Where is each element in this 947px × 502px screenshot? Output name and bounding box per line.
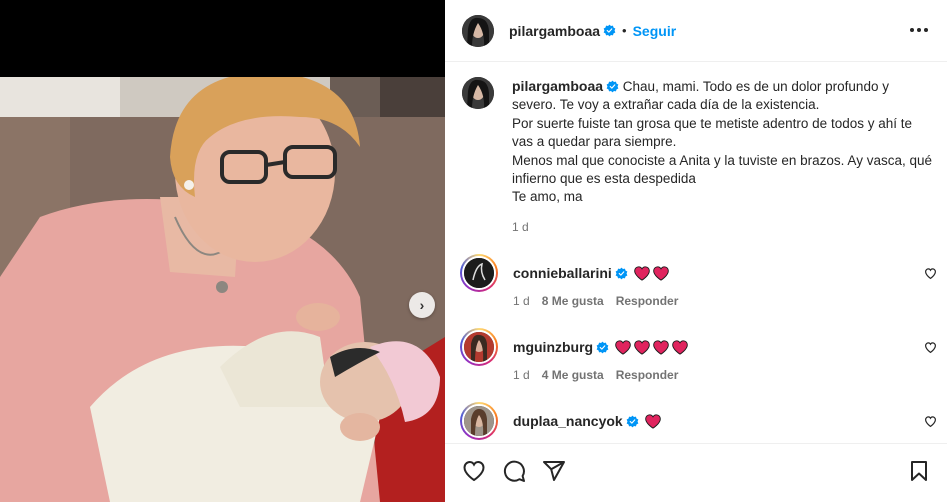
comment: duplaa_nancyok [460,402,940,440]
comment-emoji-hearts [615,339,688,355]
author-username[interactable]: pilargamboaa [509,23,600,39]
more-options-icon[interactable] [909,22,929,38]
verified-badge-icon [596,341,609,353]
chevron-right-icon: › [419,297,425,313]
commenter-avatar[interactable] [460,254,498,292]
verified-badge-icon [606,80,619,93]
heart-outline-icon[interactable] [924,341,937,354]
commenter-avatar[interactable] [460,402,498,440]
red-heart-emoji-icon [644,413,661,429]
red-heart-emoji-icon [634,339,650,355]
commenter-username[interactable]: duplaa_nancyok [513,413,623,429]
comment-emoji-hearts [634,265,669,281]
caption-username[interactable]: pilargamboaa [512,78,603,94]
post-photo: › [0,0,445,502]
commenter-username[interactable]: mguinzburg [513,339,593,355]
verified-badge-icon [615,267,628,279]
comment-timestamp[interactable]: 1 d [513,294,530,308]
bookmark-icon[interactable] [907,459,931,483]
post-header: pilargamboaa • Seguir [445,0,947,62]
commenter-username[interactable]: connieballarini [513,265,612,281]
post-caption: pilargamboaa Chau, mami. Todo es de un d… [462,77,932,207]
comment-likes-count[interactable]: 8 Me gusta [542,294,604,308]
comment-bubble-icon[interactable] [502,459,526,483]
comment: mguinzburg 1 d 4 Me gusta Responder [460,328,940,382]
caption-body: pilargamboaa Chau, mami. Todo es de un d… [512,77,932,207]
comment-likes-count[interactable]: 4 Me gusta [542,368,604,382]
commenter-avatar[interactable] [460,328,498,366]
photo-scene [0,77,445,502]
red-heart-emoji-icon [672,339,688,355]
like-button-heart-icon[interactable] [462,459,486,483]
red-heart-emoji-icon [653,339,669,355]
red-heart-emoji-icon [653,265,669,281]
reply-button[interactable]: Responder [616,368,679,382]
reply-button[interactable]: Responder [616,294,679,308]
next-photo-button[interactable]: › [409,292,435,318]
caption-text: Chau, mami. Todo es de un dolor profundo… [512,79,932,205]
red-heart-emoji-icon [615,339,631,355]
heart-outline-icon[interactable] [924,415,937,428]
verified-badge-icon [603,24,616,37]
caption-author-avatar[interactable] [462,77,494,109]
comment-emoji-hearts [644,413,661,429]
heart-outline-icon[interactable] [924,267,937,280]
header-separator: • [622,23,627,38]
comment-timestamp[interactable]: 1 d [513,368,530,382]
post-panel: pilargamboaa • Seguir pilargamboaa Chau,… [445,0,947,502]
follow-button[interactable]: Seguir [633,23,677,39]
author-avatar[interactable] [462,14,494,47]
verified-badge-icon [626,415,639,427]
caption-timestamp[interactable]: 1 d [512,220,529,234]
comment: connieballarini 1 d 8 Me gusta Responder [460,254,940,308]
red-heart-emoji-icon [634,265,650,281]
post-actions [445,443,947,502]
paper-plane-icon[interactable] [542,459,566,483]
photo-illustration [0,77,445,502]
